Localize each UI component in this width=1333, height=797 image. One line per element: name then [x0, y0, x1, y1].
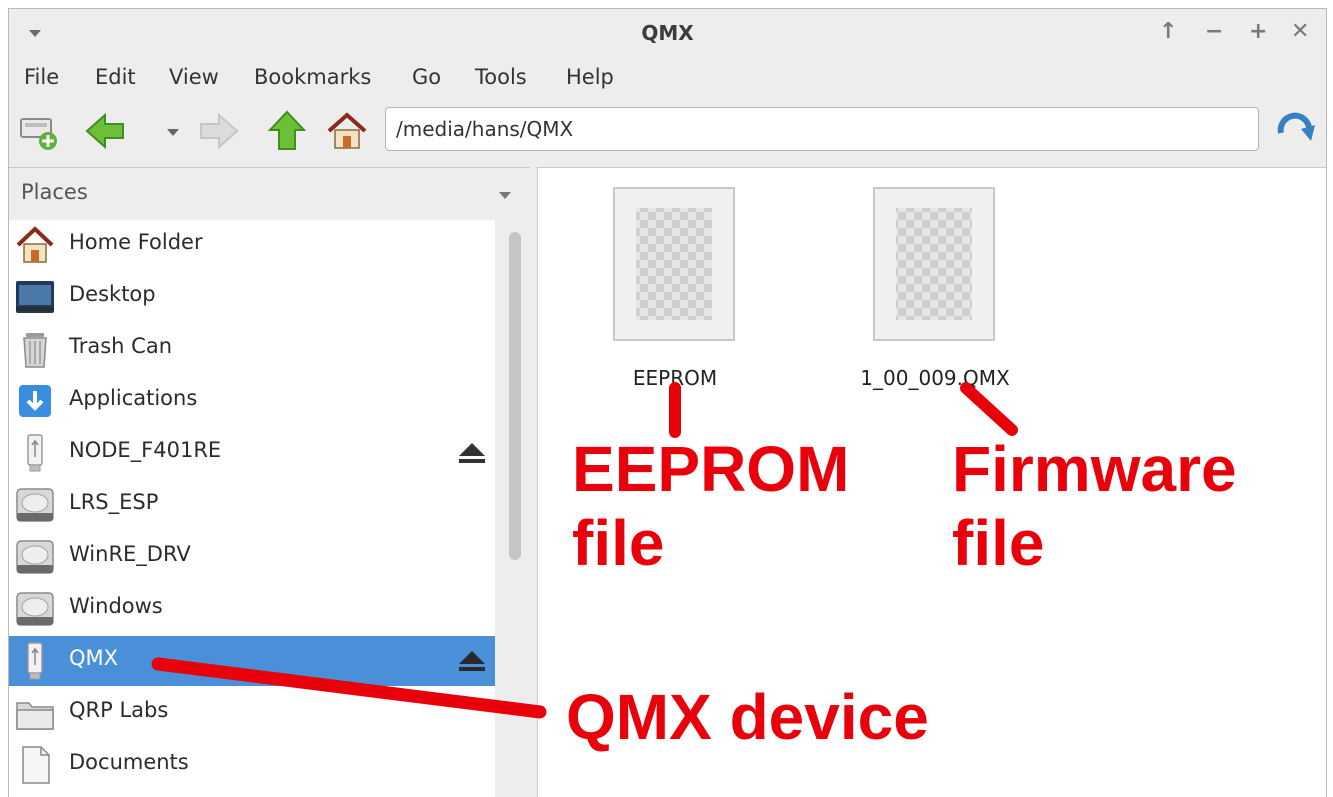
- forward-arrow-icon[interactable]: [197, 109, 241, 153]
- file-item-firmware[interactable]: 1_00_009.QMX: [850, 180, 1020, 390]
- hard-drive-icon: [16, 488, 54, 522]
- home-icon: [16, 226, 54, 263]
- firmware-annotation-line2: file: [952, 507, 1045, 579]
- firmware-annotation-line1: Firmware: [952, 433, 1237, 505]
- hard-drive-icon: [16, 540, 54, 574]
- places-dropdown-icon[interactable]: [499, 192, 511, 199]
- sidebar-item-label: LRS_ESP: [69, 490, 159, 514]
- folder-icon: [16, 702, 54, 730]
- eeprom-annotation-line2: file: [572, 507, 665, 579]
- sidebar-item-qrp-labs[interactable]: QRP Labs: [9, 688, 495, 738]
- sidebar-item-home-folder[interactable]: Home Folder: [9, 220, 495, 270]
- sidebar-item-label: Trash Can: [69, 334, 173, 358]
- sidebar-item-label: Applications: [69, 386, 198, 410]
- eject-icon[interactable]: [457, 649, 487, 673]
- places-sidebar: Places Home Folder Desktop Trash Can App…: [9, 167, 530, 797]
- generic-file-icon: [873, 187, 995, 341]
- window-title: QMX: [641, 21, 694, 45]
- menu-bookmarks[interactable]: Bookmarks: [254, 65, 371, 89]
- document-icon: [22, 746, 50, 784]
- places-header[interactable]: Places: [21, 180, 88, 204]
- history-dropdown-icon[interactable]: [151, 109, 195, 153]
- desktop-icon: [16, 281, 54, 313]
- toolbar: [9, 103, 1326, 159]
- eeprom-annotation-line1: EEPROM: [572, 433, 850, 505]
- sidebar-item-lrs-esp[interactable]: LRS_ESP: [9, 480, 495, 530]
- sidebar-item-label: WinRE_DRV: [69, 542, 191, 566]
- title-bar: QMX ↑ − + ✕: [9, 9, 1326, 57]
- hard-drive-icon: [16, 592, 54, 626]
- sidebar-item-documents[interactable]: Documents: [9, 740, 495, 790]
- up-arrow-icon[interactable]: [265, 109, 309, 153]
- minimize-button[interactable]: −: [1205, 19, 1223, 44]
- eject-icon[interactable]: [457, 441, 487, 465]
- menu-edit[interactable]: Edit: [95, 65, 136, 89]
- sidebar-item-trash-can[interactable]: Trash Can: [9, 324, 495, 374]
- maximize-button[interactable]: +: [1249, 19, 1267, 44]
- file-name: 1_00_009.QMX: [860, 366, 1010, 390]
- sidebar-item-label: QMX: [69, 646, 119, 670]
- sidebar-item-label: Documents: [69, 750, 189, 774]
- menu-tools[interactable]: Tools: [475, 65, 527, 89]
- usb-drive-icon: [27, 642, 43, 680]
- trash-icon: [23, 333, 47, 368]
- scrollbar-thumb[interactable]: [509, 232, 521, 560]
- sidebar-item-windows[interactable]: Windows: [9, 584, 495, 634]
- location-input[interactable]: [386, 108, 1258, 150]
- sidebar-item-label: Windows: [69, 594, 163, 618]
- applications-icon: [19, 385, 51, 417]
- menu-bar: File Edit View Bookmarks Go Tools Help: [9, 61, 1326, 95]
- sidebar-item-label: QRP Labs: [69, 698, 169, 722]
- keep-above-icon[interactable]: ↑: [1159, 19, 1177, 44]
- sidebar-item-label: Home Folder: [69, 230, 203, 254]
- menu-view[interactable]: View: [169, 65, 219, 89]
- close-button[interactable]: ✕: [1291, 19, 1309, 44]
- menu-help[interactable]: Help: [566, 65, 614, 89]
- usb-drive-icon: [27, 434, 43, 472]
- file-item-eeprom[interactable]: EEPROM: [600, 180, 750, 390]
- sidebar-item-node-f401re[interactable]: NODE_F401RE: [9, 428, 495, 478]
- back-arrow-icon[interactable]: [83, 109, 127, 153]
- places-list: Home Folder Desktop Trash Can Applicatio…: [9, 220, 495, 797]
- new-tab-icon[interactable]: [17, 109, 61, 153]
- sidebar-item-qmx[interactable]: QMX: [9, 636, 495, 686]
- menu-file[interactable]: File: [24, 65, 59, 89]
- sidebar-item-winre-drv[interactable]: WinRE_DRV: [9, 532, 495, 582]
- sidebar-item-desktop[interactable]: Desktop: [9, 272, 495, 322]
- file-name: EEPROM: [632, 366, 718, 390]
- sidebar-item-label: Desktop: [69, 282, 156, 306]
- go-refresh-icon[interactable]: [1273, 109, 1317, 153]
- generic-file-icon: [613, 187, 735, 341]
- menu-go[interactable]: Go: [412, 65, 441, 89]
- qmx-device-annotation: QMX device: [566, 681, 929, 753]
- sidebar-scrollbar[interactable]: [501, 220, 530, 797]
- sidebar-item-applications[interactable]: Applications: [9, 376, 495, 426]
- home-icon[interactable]: [325, 109, 369, 153]
- sidebar-item-label: NODE_F401RE: [69, 438, 222, 462]
- location-bar[interactable]: [385, 107, 1259, 151]
- file-manager-window: QMX ↑ − + ✕ File Edit View Bookmarks Go …: [8, 8, 1327, 797]
